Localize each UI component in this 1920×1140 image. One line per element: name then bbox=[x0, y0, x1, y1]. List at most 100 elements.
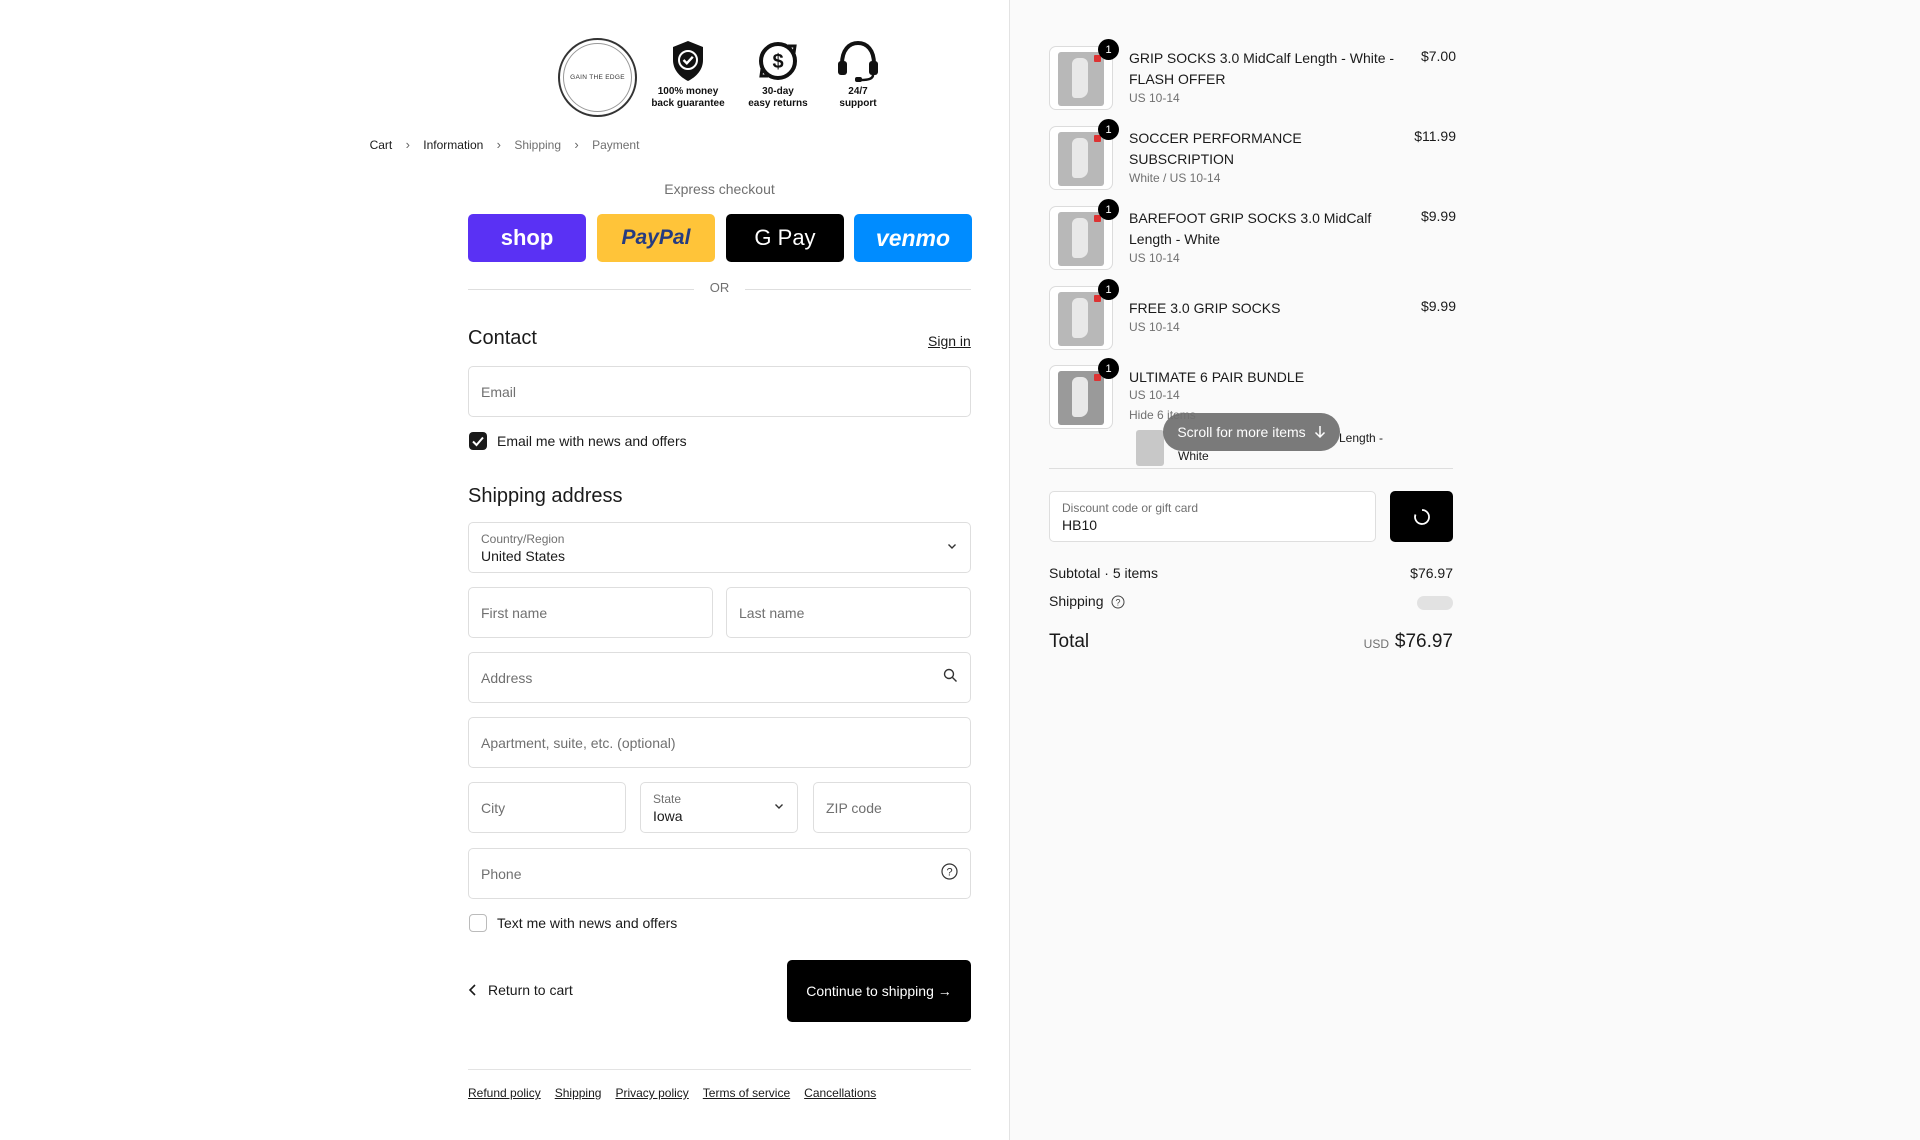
product-name: SOCCER PERFORMANCE SUBSCRIPTION bbox=[1129, 130, 1302, 167]
sign-in-link[interactable]: Sign in bbox=[928, 333, 971, 349]
text-news-label[interactable]: Text me with news and offers bbox=[497, 915, 677, 931]
city-field[interactable]: City bbox=[468, 782, 626, 833]
order-item: 1 SOCCER PERFORMANCE SUBSCRIPTION White … bbox=[1049, 119, 1456, 190]
scroll-for-more-button[interactable]: Scroll for more items bbox=[1163, 413, 1340, 451]
discount-code-field[interactable]: Discount code or gift card HB10 bbox=[1049, 491, 1376, 542]
paypal-logo: PayPal bbox=[621, 226, 691, 249]
product-variant: US 10-14 bbox=[1129, 320, 1180, 334]
terms-of-service-link[interactable]: Terms of service bbox=[703, 1086, 790, 1100]
first-name-field[interactable]: First name bbox=[468, 587, 713, 638]
paypal-button[interactable]: PayPal bbox=[597, 214, 715, 262]
product-thumbnail: 1 bbox=[1049, 358, 1119, 429]
product-name: ULTIMATE 6 PAIR BUNDLE bbox=[1129, 369, 1305, 385]
state-select[interactable]: State Iowa bbox=[640, 782, 798, 833]
breadcrumb-cart[interactable]: Cart bbox=[370, 138, 393, 152]
quantity-badge: 1 bbox=[1098, 279, 1119, 300]
shipping-row: Shipping ? bbox=[1049, 593, 1453, 610]
product-thumbnail: 1 bbox=[1049, 279, 1119, 350]
chevron-down-icon bbox=[946, 539, 958, 557]
svg-text:?: ? bbox=[1116, 598, 1121, 608]
subtotal-label: Subtotal · 5 items bbox=[1049, 565, 1158, 581]
sub-item-thumbnail bbox=[1136, 430, 1164, 466]
order-summary-panel: 1 GRIP SOCKS 3.0 MidCalf Length - White … bbox=[1009, 0, 1920, 1140]
zip-code-field[interactable]: ZIP code bbox=[813, 782, 971, 833]
chevron-left-icon bbox=[468, 984, 476, 996]
shipping-cost-placeholder bbox=[1417, 596, 1453, 610]
breadcrumb-shipping: Shipping bbox=[514, 137, 562, 152]
shield-check-icon bbox=[673, 41, 703, 81]
order-item: 1 FREE 3.0 GRIP SOCKS US 10-14 $9.99 bbox=[1049, 279, 1456, 350]
product-variant: US 10-14 bbox=[1129, 251, 1180, 265]
badge-caption: 24/7 support bbox=[839, 86, 877, 109]
email-news-label[interactable]: Email me with news and offers bbox=[497, 433, 687, 449]
quantity-badge: 1 bbox=[1098, 119, 1119, 140]
breadcrumb-information: Information bbox=[423, 137, 484, 152]
privacy-policy-link[interactable]: Privacy policy bbox=[615, 1086, 688, 1100]
summary-divider bbox=[1049, 468, 1453, 469]
total-value: $76.97 bbox=[1394, 631, 1453, 652]
sub-item-name-fragment: White bbox=[1178, 449, 1209, 463]
support-badge: 24/7 support bbox=[813, 40, 903, 110]
product-thumbnail: 1 bbox=[1049, 39, 1119, 110]
chevron-right-icon: › bbox=[405, 137, 410, 153]
last-name-field[interactable]: Last name bbox=[726, 587, 971, 638]
help-circle-icon[interactable]: ? bbox=[1111, 595, 1125, 609]
email-field[interactable]: Email bbox=[468, 366, 971, 417]
shipping-policy-link[interactable]: Shipping bbox=[555, 1086, 602, 1100]
product-thumbnail: 1 bbox=[1049, 199, 1119, 270]
check-icon bbox=[472, 436, 484, 447]
breadcrumb: Cart › Information › Shipping › Payment bbox=[0, 137, 1009, 152]
subtotal-value: $76.97 bbox=[1410, 565, 1453, 581]
continue-to-shipping-button[interactable]: Continue to shipping → bbox=[787, 960, 971, 1022]
sub-item-name-fragment: Length - bbox=[1339, 431, 1384, 445]
google-pay-logo: G Pay bbox=[754, 225, 816, 250]
address-field[interactable]: Address bbox=[468, 652, 971, 703]
svg-text:?: ? bbox=[946, 866, 952, 878]
product-name: GRIP SOCKS 3.0 MidCalf Length - White - … bbox=[1129, 50, 1395, 87]
headset-icon bbox=[838, 40, 878, 82]
product-price: $9.99 bbox=[1420, 298, 1456, 314]
chevron-down-icon bbox=[773, 799, 785, 817]
shop-pay-button[interactable]: shop bbox=[468, 214, 586, 262]
order-item: 1 GRIP SOCKS 3.0 MidCalf Length - White … bbox=[1049, 39, 1456, 110]
google-pay-button[interactable]: G Pay bbox=[726, 214, 844, 262]
dollar-refresh-icon: $ bbox=[759, 42, 797, 80]
store-logo-text: GAIN THE EDGE bbox=[570, 74, 625, 81]
subtotal-row: Subtotal · 5 items $76.97 bbox=[1049, 565, 1453, 581]
text-news-checkbox[interactable] bbox=[469, 914, 487, 932]
currency-code: USD bbox=[1363, 637, 1389, 651]
easy-returns-badge: $ 30-day easy returns bbox=[733, 40, 823, 110]
apply-discount-button[interactable] bbox=[1390, 491, 1453, 542]
refund-policy-link[interactable]: Refund policy bbox=[468, 1086, 541, 1100]
product-name: FREE 3.0 GRIP SOCKS bbox=[1129, 300, 1281, 316]
chevron-right-icon: › bbox=[496, 137, 501, 153]
chevron-right-icon: › bbox=[574, 137, 579, 153]
footer-links: Refund policy Shipping Privacy policy Te… bbox=[468, 1086, 876, 1100]
venmo-button[interactable]: venmo bbox=[854, 214, 972, 262]
shipping-address-title: Shipping address bbox=[468, 485, 623, 507]
money-back-badge: 100% money back guarantee bbox=[643, 40, 733, 110]
return-to-cart-link[interactable]: Return to cart bbox=[468, 982, 573, 998]
arrow-down-icon bbox=[1314, 426, 1325, 439]
apartment-field[interactable]: Apartment, suite, etc. (optional) bbox=[468, 717, 971, 768]
checkout-main-column: GAIN THE EDGE 100% money back guarantee $… bbox=[0, 0, 1009, 1140]
search-icon bbox=[943, 668, 958, 688]
product-variant: US 10-14 bbox=[1129, 91, 1180, 105]
product-price: $7.00 bbox=[1420, 48, 1456, 64]
email-news-checkbox[interactable] bbox=[469, 432, 487, 450]
phone-field[interactable]: Phone ? bbox=[468, 848, 971, 899]
badge-caption: 100% money back guarantee bbox=[651, 86, 725, 109]
breadcrumb-payment: Payment bbox=[592, 137, 640, 152]
product-thumbnail: 1 bbox=[1049, 119, 1119, 190]
product-price: $11.99 bbox=[1414, 128, 1456, 144]
store-logo[interactable]: GAIN THE EDGE bbox=[558, 38, 637, 117]
cancellations-link[interactable]: Cancellations bbox=[804, 1086, 876, 1100]
footer-divider bbox=[468, 1069, 971, 1070]
total-label: Total bbox=[1049, 631, 1090, 652]
badge-caption: 30-day easy returns bbox=[748, 86, 808, 109]
product-price: $9.99 bbox=[1420, 208, 1456, 224]
quantity-badge: 1 bbox=[1098, 39, 1119, 60]
country-select[interactable]: Country/Region United States bbox=[468, 522, 971, 573]
quantity-badge: 1 bbox=[1098, 358, 1119, 379]
help-circle-icon[interactable]: ? bbox=[941, 862, 958, 885]
